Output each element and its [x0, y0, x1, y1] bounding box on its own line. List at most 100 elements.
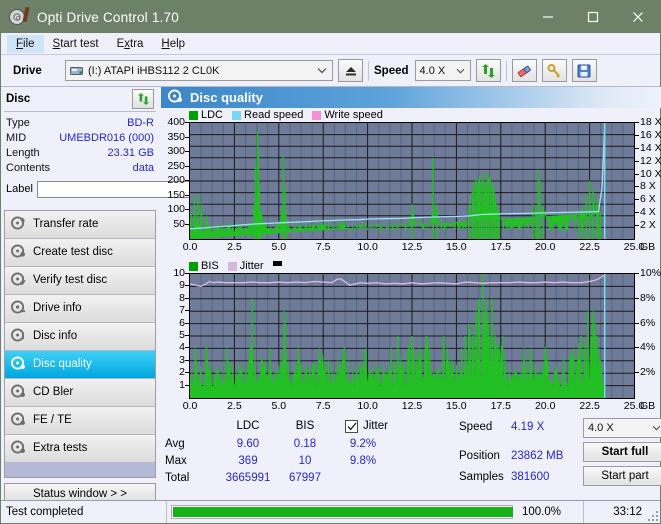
legend-swatch-read-speed: [232, 110, 242, 120]
eject-button[interactable]: [338, 59, 363, 82]
chevron-down-icon: [652, 419, 661, 437]
x-axis-unit: GB: [640, 241, 656, 253]
jitter-checkbox[interactable]: [345, 419, 358, 433]
drive-icon: [70, 65, 84, 77]
save-button[interactable]: [571, 59, 597, 82]
application-window: Opti Drive Control 1.70 File Start test …: [0, 0, 661, 524]
app-icon: [9, 6, 30, 27]
maximize-icon[interactable]: [570, 1, 615, 33]
action-buttons: 4.0 X Start full Start part: [583, 418, 661, 486]
test-speed-value: 4.0 X: [588, 422, 614, 434]
jitter-marker-icon: [272, 261, 282, 266]
status-bar: Test completed 100.0% 33:12: [1, 500, 660, 523]
y-tick-label: 300: [167, 145, 185, 157]
menu-help[interactable]: Help: [152, 35, 194, 53]
x-tick-label: 0.0: [182, 400, 198, 412]
nav-footer-spacer: [5, 463, 155, 477]
bis-chart-x-axis: 0.0 2.5 5.0 7.5 10.0 12.5 15.0 17.5 20.0 22.5 25.0…: [161, 399, 661, 415]
disc-bler-icon: [11, 384, 26, 401]
y-tick-label: 10: [173, 267, 185, 279]
keys-button[interactable]: [541, 59, 567, 82]
sidebar-item-cd-bler[interactable]: CD Bler: [5, 379, 155, 407]
y-tick-label: 350: [167, 130, 185, 143]
y2-tick-mark: [635, 212, 639, 214]
sidebar-item-cd-bler-label: CD Bler: [33, 385, 74, 398]
menu-extra[interactable]: Extra: [108, 35, 153, 53]
y-tick-label: 400: [167, 116, 185, 128]
sidebar-item-transfer-rate[interactable]: Transfer rate: [5, 211, 155, 239]
y2-tick-label: 10%: [640, 267, 661, 279]
stats-row-avg: Avg: [165, 437, 185, 450]
x-tick-label: 17.5: [490, 400, 512, 412]
chevron-down-icon: [317, 61, 327, 80]
stats-speed-value: 4.19 X: [511, 421, 545, 434]
start-full-label: Start full: [601, 446, 649, 458]
speed-select[interactable]: 4.0 X: [414, 60, 471, 81]
sidebar-item-fe-te-label: FE / TE: [33, 413, 72, 426]
stats-max-bis: 10: [298, 455, 312, 468]
sidebar-item-extra-tests[interactable]: Extra tests: [5, 435, 155, 463]
disc-row-type: Type BD-R: [6, 116, 154, 131]
y-tick-label: 250: [167, 159, 185, 172]
sidebar-item-drive-info[interactable]: Drive info: [5, 295, 155, 323]
disc-refresh-button[interactable]: [132, 89, 154, 109]
stats-samples-label: Samples: [459, 470, 504, 483]
y2-tick-mark: [635, 322, 639, 324]
legend-swatch-jitter: [227, 261, 237, 271]
status-window-label: Status window > >: [33, 487, 127, 500]
disc-verify-icon: [11, 272, 26, 289]
ldc-chart-plot-area: [189, 122, 635, 240]
window-title: Opti Drive Control 1.70: [37, 9, 179, 25]
y2-tick-label: 16 X: [640, 128, 661, 141]
ldc-chart-y-axis: 50 100 150 200 250 300 350 400: [161, 116, 189, 240]
eraser-button[interactable]: [511, 59, 537, 82]
stats-avg-jitter: 9.2%: [349, 437, 377, 450]
drive-select[interactable]: (I:) ATAPI iHBS112 2 CL0K: [65, 60, 333, 81]
y2-tick-label: 4%: [640, 341, 656, 354]
panel-header: Disc quality: [161, 87, 661, 108]
sidebar-item-transfer-rate-label: Transfer rate: [33, 217, 99, 230]
start-full-button[interactable]: Start full: [583, 442, 661, 462]
minimize-icon[interactable]: [525, 1, 570, 33]
sidebar-item-create-test-disc[interactable]: Create test disc: [5, 239, 155, 267]
jitter-label: Jitter: [363, 420, 388, 433]
disc-row-length: Length 23.31 GB: [6, 146, 154, 161]
menu-start-test[interactable]: Start test: [44, 35, 108, 53]
start-part-button[interactable]: Start part: [583, 466, 661, 486]
disc-row-length-key: Length: [6, 147, 40, 159]
sidebar-item-disc-info-label: Disc info: [33, 329, 78, 342]
ldc-chart-legend: LDC Read speed Write speed: [161, 108, 661, 122]
legend-label-jitter: Jitter: [239, 260, 264, 272]
y2-tick-label: 2%: [640, 366, 656, 379]
disc-row-mid-key: MID: [6, 132, 27, 144]
sidebar-item-disc-quality[interactable]: Disc quality: [5, 351, 155, 379]
x-tick-label: 7.5: [315, 400, 331, 412]
bis-chart-jitter-line: [190, 274, 605, 288]
x-tick-label: 15.0: [446, 400, 467, 412]
sidebar-item-disc-quality-label: Disc quality: [33, 357, 92, 370]
sidebar-item-disc-info[interactable]: Disc info: [5, 323, 155, 351]
menu-file[interactable]: File: [7, 34, 44, 53]
y2-tick-mark: [635, 186, 639, 188]
bis-chart-svg: [190, 274, 634, 398]
sidebar-item-create-test-disc-label: Create test disc: [33, 245, 113, 258]
legend-label-ldc: LDC: [201, 109, 224, 121]
bis-chart-legend: BIS Jitter: [161, 259, 661, 273]
y2-tick-label: 8%: [640, 291, 656, 304]
stats-avg-ldc: 9.60: [236, 437, 260, 450]
y2-tick-label: 6 X: [640, 193, 656, 206]
refresh-button[interactable]: [475, 59, 501, 82]
y2-tick-mark: [635, 347, 639, 349]
sidebar-item-verify-test-disc[interactable]: Verify test disc: [5, 267, 155, 295]
resize-grip[interactable]: [648, 511, 658, 521]
legend-swatch-write-speed: [312, 110, 322, 120]
y2-tick-mark: [635, 372, 639, 374]
close-icon[interactable]: [615, 1, 660, 33]
drive-toolbar: Drive (I:) ATAPI iHBS112 2 CL0K Speed 4.…: [1, 55, 660, 87]
y-tick-label: 50: [173, 217, 185, 230]
sidebar-item-fe-te[interactable]: FE / TE: [5, 407, 155, 435]
test-speed-select[interactable]: 4.0 X: [583, 418, 661, 438]
x-tick-label: 12.5: [401, 400, 423, 412]
stats-samples-value: 381600: [511, 470, 550, 483]
y-tick-label: 100: [167, 203, 185, 215]
